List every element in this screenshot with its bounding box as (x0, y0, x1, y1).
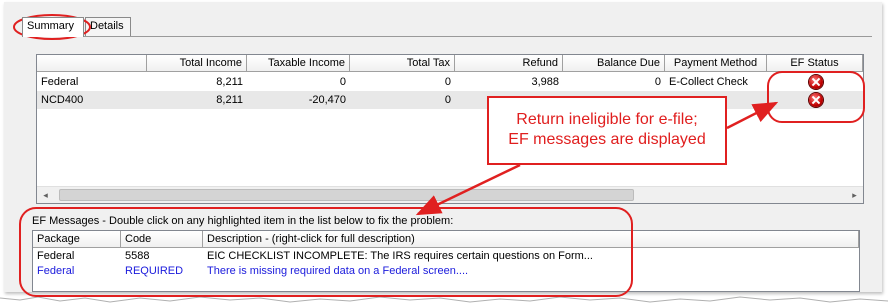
table-row[interactable]: NCD400 8,211 -20,470 0 (37, 91, 863, 109)
grid-header: Total Income Taxable Income Total Tax Re… (37, 55, 863, 72)
tab-details[interactable]: Details (85, 17, 131, 36)
message-package: Federal (37, 250, 75, 262)
error-x-icon[interactable] (809, 93, 823, 107)
col-header-package[interactable]: Package (33, 231, 121, 248)
total-tax-value: 0 (444, 76, 451, 88)
tab-summary[interactable]: Summary (22, 17, 84, 37)
message-description: EIC CHECKLIST INCOMPLETE: The IRS requir… (207, 250, 593, 262)
horizontal-scrollbar[interactable]: ◂ ▸ (37, 186, 863, 203)
col-header-refund[interactable]: Refund (455, 55, 563, 72)
torn-edge (0, 296, 888, 308)
col-header-balance-due[interactable]: Balance Due (563, 55, 665, 72)
callout-line-2: EF messages are displayed (508, 131, 706, 148)
total-income-value: 8,211 (216, 94, 243, 106)
total-income-value: 8,211 (216, 76, 243, 88)
total-tax-value: 0 (444, 94, 451, 106)
ef-messages-list[interactable]: Package Code Description - (right-click … (32, 230, 860, 292)
return-name: Federal (41, 76, 79, 88)
payment-method-value: E-Collect Check (669, 76, 748, 88)
col-header-total-income[interactable]: Total Income (147, 55, 247, 72)
list-item[interactable]: Federal REQUIRED There is missing requir… (33, 264, 859, 279)
col-header-return[interactable] (37, 55, 147, 72)
tab-divider (22, 36, 872, 37)
col-header-description[interactable]: Description - (right-click for full desc… (203, 231, 859, 248)
scroll-right-icon[interactable]: ▸ (846, 187, 863, 203)
message-package: Federal (37, 265, 75, 277)
list-item[interactable]: Federal 5588 EIC CHECKLIST INCOMPLETE: T… (33, 249, 859, 264)
col-header-taxable-income[interactable]: Taxable Income (247, 55, 350, 72)
ef-messages-caption: EF Messages - Double click on any highli… (32, 215, 454, 227)
message-code: 5588 (125, 250, 150, 262)
col-header-code[interactable]: Code (121, 231, 203, 248)
callout-line-1: Return ineligible for e-file; (516, 111, 698, 128)
table-row[interactable]: Federal 8,211 0 0 3,988 0 E-Collect Chec… (37, 73, 863, 91)
col-header-total-tax[interactable]: Total Tax (350, 55, 455, 72)
col-header-ef-status[interactable]: EF Status (767, 55, 863, 72)
scroll-left-icon[interactable]: ◂ (37, 187, 54, 203)
taxable-income-value: 0 (339, 76, 346, 88)
annotation-callout: Return ineligible for e-file; EF message… (487, 96, 727, 165)
refund-value: 3,988 (531, 76, 559, 88)
error-x-icon[interactable] (809, 75, 823, 89)
message-code: REQUIRED (125, 265, 184, 277)
message-description: There is missing required data on a Fede… (207, 265, 469, 277)
scrollbar-thumb[interactable] (59, 189, 634, 201)
summary-grid[interactable]: Total Income Taxable Income Total Tax Re… (36, 54, 864, 204)
balance-due-value: 0 (654, 76, 661, 88)
taxable-income-value: -20,470 (308, 94, 346, 106)
col-header-payment-method[interactable]: Payment Method (665, 55, 767, 72)
return-name: NCD400 (41, 94, 84, 106)
